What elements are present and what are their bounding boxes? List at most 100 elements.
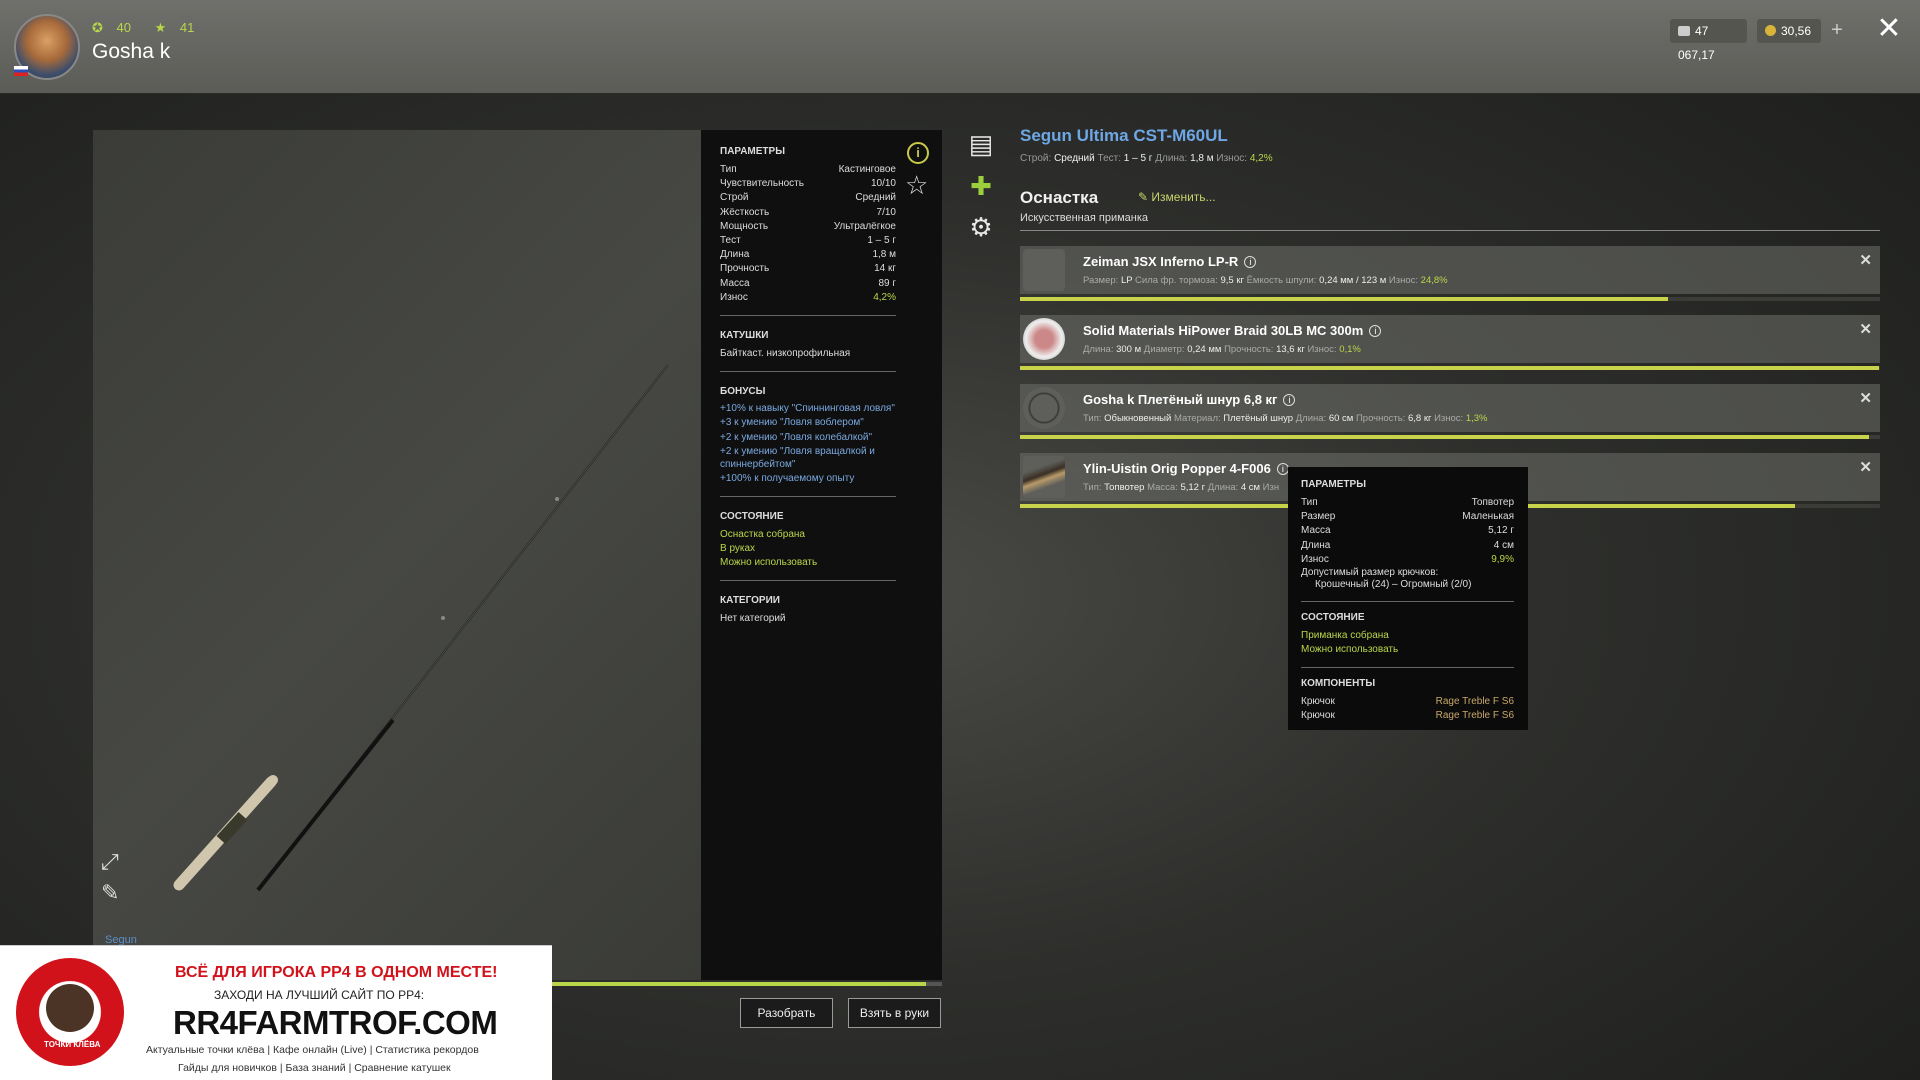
tooltip-param-key: Размер xyxy=(1301,511,1336,523)
item-details: Тип: Топвотер Масса: 5,12 г Длина: 4 см … xyxy=(1083,482,1280,493)
info-icon[interactable]: i xyxy=(1369,325,1382,337)
remove-item-button[interactable]: ✕ xyxy=(1859,320,1872,338)
rod-preview[interactable] xyxy=(93,130,701,980)
param-key: Мощность xyxy=(720,220,769,232)
player-levels: ✪ 40 ★ 41 xyxy=(92,20,214,36)
component-key: Крючок xyxy=(1301,695,1335,707)
player-name: Gosha k xyxy=(92,40,171,63)
components-rows: Крючок Rage Treble F S6 Крючок Rage Treble … xyxy=(1301,695,1515,723)
reel-thumbnail xyxy=(1023,249,1065,291)
gear-icon[interactable]: ⚙ xyxy=(967,213,995,241)
rod-params-panel: ПАРАМЕТРЫ Тип Кастинговое Чувствительность… xyxy=(701,130,942,980)
edit-tackle-button[interactable]: ✎ Изменить... xyxy=(1138,190,1216,204)
divider xyxy=(720,495,896,497)
rod-image xyxy=(173,364,669,892)
param-value: Кастинговое xyxy=(838,164,896,175)
remove-item-button[interactable]: ✕ xyxy=(1859,458,1872,476)
lure-tooltip: ПАРАМЕТРЫ Тип Топвотер Размер Маленькая Масс… xyxy=(1288,467,1528,730)
component-value: Rage Treble F S6 xyxy=(1435,710,1514,722)
tooltip-param-row: Длина 4 см xyxy=(1301,539,1514,553)
tackle-item-reel[interactable]: Zeiman JSX Inferno LP-R i Размер: LP Сила… xyxy=(1020,246,1880,294)
param-value: 4,2% xyxy=(873,291,896,303)
bonus-item: +10% к навыку "Спиннинговая ловля" xyxy=(720,402,895,414)
fullscreen-icon[interactable]: ⤢ xyxy=(101,849,127,875)
level-b-icon: ★ xyxy=(154,20,170,35)
tooltip-param-row: Тип Топвотер xyxy=(1301,496,1514,510)
param-key: Масса xyxy=(720,277,750,289)
hook-size-value: Крошечный (24) – Огромный (2/0) xyxy=(1315,578,1472,590)
ad-links-line1[interactable]: Актуальные точки клёва | Кафе онлайн (Li… xyxy=(146,1044,479,1056)
wear-bar-fill xyxy=(1020,297,1668,301)
rod-summary: Строй: Средний Тест: 1 – 5 г Длина: 1,8 … xyxy=(1020,153,1273,164)
ad-logo-icon: ТОЧКИ КЛЁВА xyxy=(16,958,124,1066)
divider xyxy=(1020,230,1880,231)
wear-bar-fill xyxy=(1020,435,1869,439)
divider xyxy=(1301,600,1514,602)
bear-icon xyxy=(46,984,94,1032)
ad-headline: ВСЁ ДЛЯ ИГРОКА РР4 В ОДНОМ МЕСТЕ! xyxy=(175,964,498,981)
leader-thumbnail xyxy=(1023,387,1065,429)
ad-logo-text: ТОЧКИ КЛЁВА xyxy=(44,1040,101,1049)
remove-item-button[interactable]: ✕ xyxy=(1859,389,1872,407)
puzzle-icon[interactable]: ✚ xyxy=(967,172,995,200)
bonus-item: +2 к умению "Ловля колебалкой" xyxy=(720,431,873,443)
divider xyxy=(1301,666,1514,668)
info-icon[interactable]: i xyxy=(907,142,929,164)
wear-bar xyxy=(1020,435,1880,439)
bonus-item: +2 к умению "Ловля вращалкой и спиннербе… xyxy=(720,446,875,470)
component-value: Rage Treble F S6 xyxy=(1435,695,1514,707)
silver-icon xyxy=(1678,26,1690,36)
param-row: Тест 1 – 5 г xyxy=(720,234,896,248)
bonus-item: +100% к получаемому опыту xyxy=(720,473,855,485)
level-a-icon: ✪ xyxy=(92,20,107,35)
info-icon[interactable]: i xyxy=(1276,463,1289,475)
param-key: Жёсткость xyxy=(720,206,770,218)
remove-item-button[interactable]: ✕ xyxy=(1859,251,1872,269)
disassemble-button[interactable]: Разобрать xyxy=(740,998,833,1028)
tackle-subtitle: Искусственная приманка xyxy=(1020,212,1149,224)
tooltip-param-key: Масса xyxy=(1301,525,1331,537)
lure-thumbnail xyxy=(1023,456,1065,498)
tooltip-param-row: Размер Маленькая xyxy=(1301,510,1514,524)
item-details: Размер: LP Сила фр. тормоза: 9,5 кг Ёмко… xyxy=(1083,275,1448,286)
ad-banner[interactable]: ТОЧКИ КЛЁВА ВСЁ ДЛЯ ИГРОКА РР4 В ОДНОМ М… xyxy=(0,945,552,1080)
take-in-hands-button[interactable]: Взять в руки xyxy=(848,998,941,1028)
item-name: Zeiman JSX Inferno LP-R i xyxy=(1083,254,1257,269)
state-title: СОСТОЯНИЕ xyxy=(720,510,784,522)
param-row: Жёсткость 7/10 xyxy=(720,206,896,220)
edit-pen-icon[interactable]: ✎ xyxy=(101,880,127,906)
close-icon[interactable]: ✕ xyxy=(1874,12,1904,46)
params-rows: Тип Кастинговое Чувствительность 10/10 Строй… xyxy=(720,163,924,305)
tooltip-param-row: Масса 5,12 г xyxy=(1301,524,1514,538)
rod-wear-bar xyxy=(551,982,942,986)
state-item: Оснастка собрана xyxy=(720,528,805,540)
info-icon[interactable]: i xyxy=(1283,394,1296,406)
tooltip-param-value: 5,12 г xyxy=(1488,525,1514,537)
bonuses-title: БОНУСЫ xyxy=(720,385,766,397)
divider xyxy=(720,370,896,372)
info-icon[interactable]: i xyxy=(1244,256,1257,268)
param-value: 1 – 5 г xyxy=(867,234,896,246)
component-row: Крючок Rage Treble F S6 xyxy=(1301,709,1514,723)
add-gold-button[interactable]: + xyxy=(1826,19,1848,43)
description-icon[interactable]: ▤ xyxy=(967,130,995,158)
param-key: Длина xyxy=(720,249,750,261)
tackle-item-line[interactable]: Solid Materials HiPower Braid 30LB MC 30… xyxy=(1020,315,1880,363)
ad-site-link[interactable]: RR4FARMTROF.COM xyxy=(173,1004,498,1042)
wear-bar xyxy=(1020,366,1880,370)
state-item: Приманка собрана xyxy=(1301,629,1389,641)
favorite-star-icon[interactable]: ☆ xyxy=(905,170,928,201)
tooltip-param-row: Износ 9,9% xyxy=(1301,553,1514,567)
param-row: Мощность Ультралёгкое xyxy=(720,220,896,234)
rod-title: Segun Ultima CST-M60UL xyxy=(1020,126,1228,145)
tooltip-title: ПАРАМЕТРЫ xyxy=(1301,479,1366,490)
param-key: Чувствительность xyxy=(720,178,804,190)
param-row: Масса 89 г xyxy=(720,277,896,291)
top-bar: ✪ 40 ★ 41 Gosha k 47 067,17 30,56 + ✕ xyxy=(0,0,1920,94)
tackle-item-leader[interactable]: Gosha k Плетёный шнур 6,8 кг i Тип: Обыкн… xyxy=(1020,384,1880,432)
silver-balance: 47 067,17 xyxy=(1670,19,1747,62)
divider xyxy=(720,579,896,581)
ad-links-line2[interactable]: Гайды для новичков | База знаний | Сравн… xyxy=(178,1062,451,1074)
state-item: В руках xyxy=(720,542,756,554)
param-row: Длина 1,8 м xyxy=(720,248,896,262)
